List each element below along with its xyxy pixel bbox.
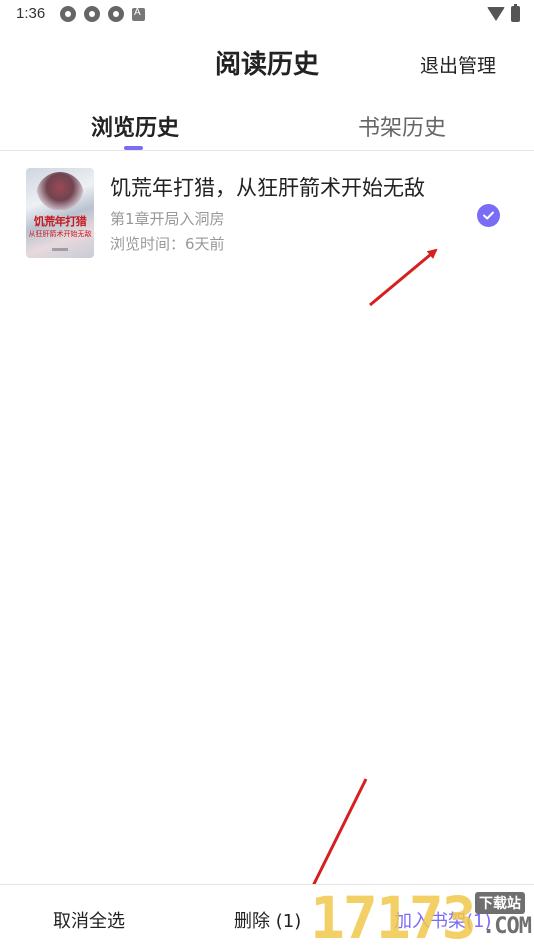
cancel-select-all-button[interactable]: 取消全选 bbox=[53, 907, 125, 933]
header: 阅读历史 退出管理 bbox=[0, 38, 534, 84]
delete-button[interactable]: 删除 (1) bbox=[234, 907, 301, 933]
book-title: 饥荒年打猎，从狂肝箭术开始无敌 bbox=[110, 176, 425, 200]
checkmark-icon bbox=[483, 211, 494, 220]
browse-time: 浏览时间：6天前 bbox=[110, 235, 225, 253]
cover-title: 饥荒年打猎 bbox=[33, 215, 87, 228]
list-item[interactable]: 饥荒年打猎 从狂肝箭术开始无敌 饥荒年打猎，从狂肝箭术开始无敌 第1章开局入洞房… bbox=[0, 160, 534, 270]
book-chapter: 第1章开局入洞房 bbox=[110, 210, 225, 228]
status-time: 1:36 bbox=[16, 5, 46, 22]
wifi-icon bbox=[487, 7, 505, 21]
bottom-action-bar: 取消全选 删除 (1) 加入书架(1) bbox=[0, 884, 534, 951]
sync-icon bbox=[108, 6, 124, 22]
sync-icon bbox=[84, 6, 100, 22]
add-to-shelf-button[interactable]: 加入书架(1) bbox=[394, 907, 492, 933]
status-bar: 1:36 bbox=[0, 0, 534, 28]
sync-icon bbox=[60, 6, 76, 22]
cover-illustration bbox=[36, 172, 84, 210]
check-icon[interactable] bbox=[477, 204, 500, 227]
book-cover: 饥荒年打猎 从狂肝箭术开始无敌 bbox=[26, 168, 94, 258]
tab-bar: 浏览历史 书架历史 bbox=[0, 104, 534, 151]
battery-icon bbox=[511, 4, 520, 22]
tab-shelf-history[interactable]: 书架历史 bbox=[358, 110, 446, 142]
exit-manage-button[interactable]: 退出管理 bbox=[420, 51, 496, 78]
status-system-icons bbox=[487, 4, 520, 22]
cover-subtitle: 从狂肝箭术开始无敌 bbox=[28, 230, 92, 238]
a-icon bbox=[132, 7, 145, 21]
tab-browse-history[interactable]: 浏览历史 bbox=[91, 110, 179, 142]
status-notification-icons bbox=[60, 6, 145, 22]
active-tab-indicator bbox=[124, 146, 143, 150]
annotation-arrow bbox=[307, 778, 368, 896]
cover-author-mark bbox=[52, 248, 68, 251]
